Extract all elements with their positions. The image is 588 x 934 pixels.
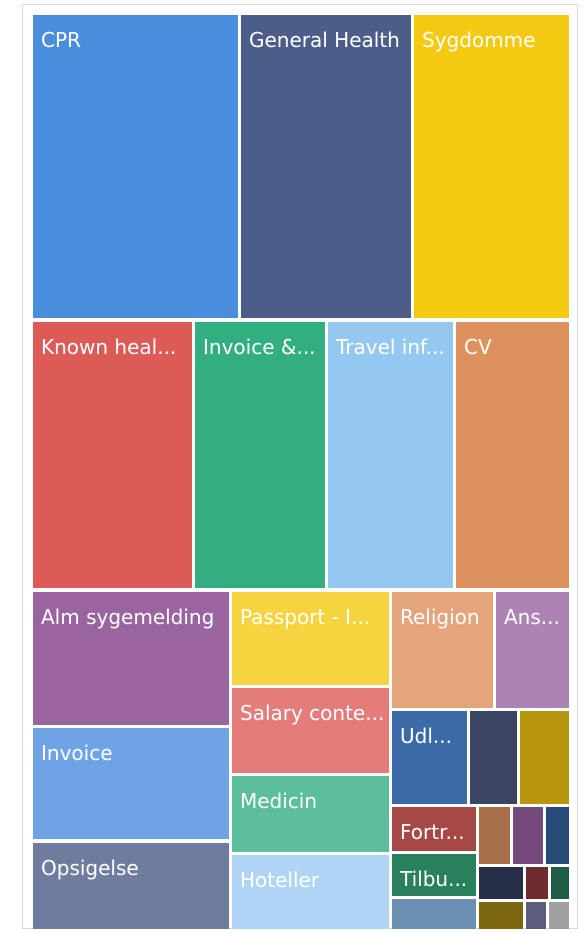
treemap-tile[interactable] xyxy=(195,322,325,588)
treemap-tile[interactable] xyxy=(33,322,192,588)
treemap-tile-label: Udl... xyxy=(400,724,452,748)
treemap-tile[interactable] xyxy=(479,867,523,899)
treemap-tile-label: Medicin xyxy=(240,789,317,813)
treemap-tile[interactable] xyxy=(479,902,523,929)
treemap-tile-label: Tilbu... xyxy=(399,867,467,891)
treemap-tile[interactable] xyxy=(479,807,510,864)
treemap-tile-label: Religion xyxy=(400,605,480,629)
treemap-tile-label: Alm sygemelding xyxy=(41,605,214,629)
treemap-tile-label: Invoice xyxy=(41,741,113,765)
treemap-tile[interactable] xyxy=(392,899,476,929)
treemap-tile[interactable] xyxy=(232,776,389,852)
treemap-tile[interactable] xyxy=(549,902,569,929)
treemap-tile-label: Hoteller xyxy=(240,868,320,892)
treemap-tile-label: Ans... xyxy=(504,605,560,629)
treemap-tile-label: Fortr... xyxy=(400,820,465,844)
treemap-tile-label: Known heal... xyxy=(41,335,176,359)
treemap-tile[interactable] xyxy=(520,711,569,804)
treemap-tile[interactable] xyxy=(414,15,569,318)
treemap-tile-label: Salary conte... xyxy=(240,701,384,725)
treemap-tile[interactable] xyxy=(526,867,548,899)
treemap-tile[interactable] xyxy=(232,855,389,929)
treemap-tile[interactable] xyxy=(241,15,411,318)
treemap-tile-label: Sygdomme xyxy=(422,28,535,52)
treemap-tile[interactable] xyxy=(513,807,543,864)
treemap-tile[interactable] xyxy=(328,322,453,588)
treemap-tile[interactable] xyxy=(551,867,569,899)
treemap-tile[interactable] xyxy=(456,322,569,588)
treemap-tile[interactable] xyxy=(33,15,238,318)
treemap-tile[interactable] xyxy=(526,902,546,929)
treemap-tile-label: Invoice &... xyxy=(203,335,316,359)
treemap-tile-label: General Health xyxy=(249,28,400,52)
treemap-tile-label: Passport - I... xyxy=(240,605,370,629)
treemap-tile-label: Travel inf... xyxy=(335,335,445,359)
treemap-tile-label: Opsigelse xyxy=(41,856,139,880)
treemap-tile[interactable] xyxy=(470,711,517,804)
treemap-tile[interactable] xyxy=(546,807,569,864)
treemap-tile-label: CV xyxy=(464,335,492,359)
treemap-chart: CPR General Health Sygdomme Known heal... In… xyxy=(33,15,569,929)
treemap-tile-label: CPR xyxy=(41,28,81,52)
